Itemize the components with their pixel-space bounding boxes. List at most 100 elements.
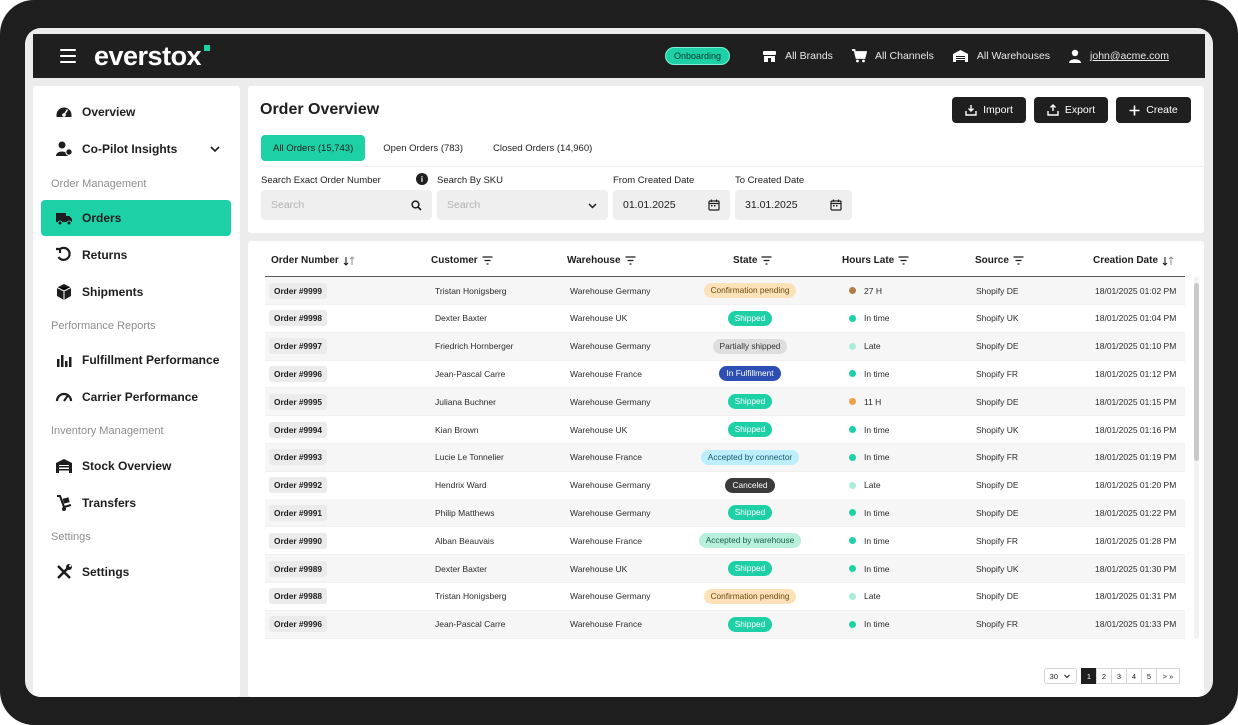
- warehouse-cell: Warehouse France: [570, 452, 642, 463]
- hours-late-value: Late: [864, 591, 881, 602]
- warehouse-cell: Warehouse Germany: [570, 507, 651, 518]
- sort-icon: [343, 255, 355, 266]
- sidebar-item-returns[interactable]: Returns: [41, 237, 231, 273]
- table-row[interactable]: Order #9989 Dexter Baxter Warehouse UK Ship…: [265, 555, 1185, 583]
- customer-cell: Philip Matthews: [435, 507, 495, 518]
- page-button[interactable]: 2: [1096, 668, 1112, 684]
- order-number-cell: Order #9995: [269, 388, 327, 415]
- sidebar-item-label: Carrier Performance: [82, 390, 199, 404]
- sidebar-item-label: Returns: [82, 248, 128, 262]
- user-icon: [1069, 49, 1082, 63]
- order-search-input[interactable]: Search: [261, 190, 432, 220]
- col-source[interactable]: Source: [975, 255, 1024, 266]
- filter-icon: [1013, 256, 1024, 265]
- sidebar-item-overview[interactable]: Overview: [41, 94, 231, 130]
- from-date-input[interactable]: 01.01.2025: [613, 190, 730, 220]
- order-number[interactable]: Order #9988: [269, 588, 327, 605]
- order-number-cell: Order #9996: [269, 611, 327, 638]
- page-button[interactable]: 3: [1111, 668, 1127, 684]
- col-warehouse[interactable]: Warehouse: [567, 255, 636, 266]
- import-button[interactable]: Import: [952, 97, 1026, 123]
- col-hours-late[interactable]: Hours Late: [842, 255, 909, 266]
- table-row[interactable]: Order #9990 Alban Beauvais Warehouse Franc…: [265, 527, 1185, 556]
- order-number[interactable]: Order #9998: [269, 310, 327, 327]
- user-menu[interactable]: john@acme.com: [1068, 49, 1169, 63]
- order-number[interactable]: Order #9996: [269, 616, 327, 633]
- order-number[interactable]: Order #9991: [269, 504, 327, 521]
- next-page-button[interactable]: > »: [1156, 668, 1180, 684]
- col-state[interactable]: State: [733, 255, 772, 266]
- chevron-down-icon[interactable]: [209, 143, 221, 155]
- info-icon[interactable]: i: [416, 173, 428, 185]
- warehouse-cell: Warehouse Germany: [570, 285, 651, 296]
- brand-selector[interactable]: All Brands: [762, 50, 833, 63]
- table-row[interactable]: Order #9996 Jean-Pascal Carre Warehouse Fr…: [265, 360, 1185, 389]
- sidebar-item-label: Fulfillment Performance: [82, 353, 220, 367]
- tab-all-orders[interactable]: All Orders (15,743): [261, 135, 366, 161]
- table-row[interactable]: Order #9996 Jean-Pascal Carre Warehouse Fr…: [265, 610, 1185, 639]
- order-number[interactable]: Order #9990: [269, 532, 327, 549]
- table-row[interactable]: Order #9991 Philip Matthews Warehouse Germ…: [265, 499, 1185, 528]
- warehouse-cell: Warehouse France: [570, 535, 642, 546]
- page-button[interactable]: 5: [1141, 668, 1157, 684]
- creation-date-cell: 18/01/2025 01:31 PM: [1095, 591, 1177, 602]
- sidebar-item-carrier-performance[interactable]: Carrier Performance: [41, 379, 231, 415]
- order-number[interactable]: Order #9993: [269, 449, 327, 466]
- table-row[interactable]: Order #9993 Lucie Le Tonnelier Warehouse F…: [265, 443, 1185, 472]
- order-number[interactable]: Order #9992: [269, 477, 327, 494]
- channel-selector[interactable]: All Channels: [851, 49, 934, 63]
- source-cell: Shopify DE: [976, 396, 1019, 407]
- table-row[interactable]: Order #9998 Dexter Baxter Warehouse UK Ship…: [265, 305, 1185, 333]
- col-order-number[interactable]: Order Number: [271, 255, 355, 266]
- status-dot-icon: [849, 481, 856, 489]
- tab-open-orders[interactable]: Open Orders (783): [371, 135, 475, 161]
- create-button[interactable]: Create: [1116, 97, 1191, 123]
- table-row[interactable]: Order #9988 Tristan Honigsberg Warehouse G…: [265, 583, 1185, 611]
- table-row[interactable]: Order #9997 Friedrich Hornberger Warehouse…: [265, 332, 1185, 361]
- state-cell: In Fulfillment: [675, 360, 825, 387]
- state-cell: Shipped: [675, 416, 825, 443]
- sidebar-item-stock-overview[interactable]: Stock Overview: [41, 448, 231, 484]
- scrollbar[interactable]: [1194, 277, 1199, 639]
- table-row[interactable]: Order #9995 Juliana Buchner Warehouse Germ…: [265, 388, 1185, 417]
- sku-search-select[interactable]: Search: [437, 190, 608, 220]
- onboarding-badge[interactable]: Onboarding: [665, 47, 731, 65]
- scrollbar-thumb[interactable]: [1194, 283, 1199, 461]
- table-row[interactable]: Order #9994 Kian Brown Warehouse UK Shipped…: [265, 416, 1185, 444]
- sidebar-item-transfers[interactable]: Transfers: [41, 485, 231, 521]
- hours-late-cell: In time: [849, 499, 890, 526]
- export-button[interactable]: Export: [1034, 97, 1108, 123]
- warehouse-cell: Warehouse UK: [570, 563, 628, 574]
- hours-late-value: In time: [864, 619, 890, 630]
- table-row[interactable]: Order #9992 Hendrix Ward Warehouse Germany…: [265, 472, 1185, 500]
- order-number[interactable]: Order #9995: [269, 393, 327, 410]
- state-cell: Shipped: [675, 611, 825, 638]
- status-dot-icon: [849, 342, 856, 350]
- col-creation-date[interactable]: Creation Date: [1093, 255, 1174, 266]
- tab-closed-orders[interactable]: Closed Orders (14,960): [481, 135, 604, 161]
- order-number[interactable]: Order #9996: [269, 365, 327, 382]
- order-number[interactable]: Order #9997: [269, 338, 327, 355]
- status-dot-icon: [849, 426, 856, 433]
- warehouse-selector[interactable]: All Warehouses: [952, 49, 1050, 63]
- col-customer[interactable]: Customer: [431, 255, 493, 266]
- sidebar-item-shipments[interactable]: Shipments: [41, 274, 231, 310]
- state-cell: Shipped: [675, 499, 825, 526]
- page-button[interactable]: 4: [1126, 668, 1142, 684]
- sidebar-item-fulfillment-performance[interactable]: Fulfillment Performance: [41, 342, 231, 378]
- sidebar-item-orders[interactable]: Orders: [41, 200, 231, 236]
- table-row[interactable]: Order #9999 Tristan Honigsberg Warehouse G…: [265, 277, 1185, 305]
- sidebar-item-settings[interactable]: Settings: [41, 554, 231, 590]
- state-cell: Shipped: [675, 388, 825, 415]
- page-size-select[interactable]: 30: [1043, 668, 1077, 684]
- sidebar-item-copilot[interactable]: Co-Pilot Insights: [41, 131, 231, 167]
- order-number[interactable]: Order #9999: [269, 282, 327, 299]
- order-number[interactable]: Order #9989: [269, 560, 327, 577]
- menu-icon[interactable]: [60, 49, 76, 63]
- page-button[interactable]: 1: [1081, 668, 1097, 684]
- brand-logo[interactable]: everstox: [94, 42, 211, 70]
- to-date-input[interactable]: 31.01.2025: [735, 190, 852, 220]
- sidebar-item-label: Settings: [82, 565, 130, 579]
- order-number[interactable]: Order #9994: [269, 421, 327, 438]
- export-label: Export: [1064, 104, 1096, 116]
